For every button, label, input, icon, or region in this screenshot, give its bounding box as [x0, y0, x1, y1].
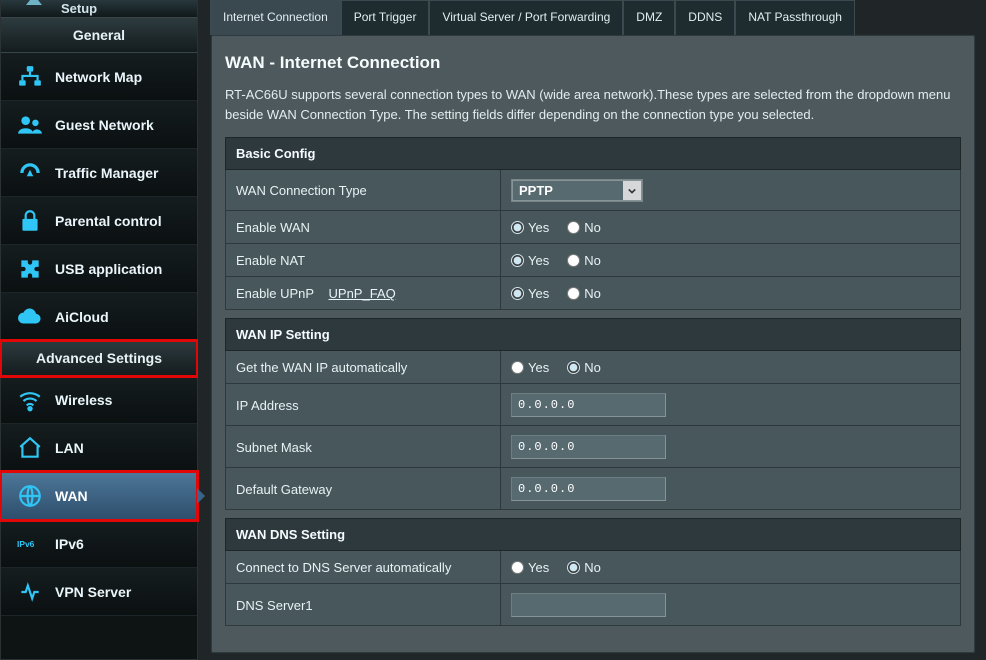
label-dns-server1: DNS Server1 — [226, 584, 501, 626]
sidebar-item-wan[interactable]: WAN — [1, 472, 197, 520]
enable-wan-no[interactable]: No — [567, 220, 601, 235]
network-map-icon — [17, 64, 43, 90]
section-header-basic: Basic Config — [226, 138, 961, 170]
label-ip-address: IP Address — [226, 384, 501, 426]
sidebar-item-label: Traffic Manager — [55, 165, 158, 181]
label-default-gateway: Default Gateway — [226, 468, 501, 510]
sidebar-item-usb-application[interactable]: USB application — [1, 245, 197, 293]
sidebar-item-wireless[interactable]: Wireless — [1, 376, 197, 424]
sidebar-item-ipv6[interactable]: IPv6 IPv6 — [1, 520, 197, 568]
enable-nat-yes[interactable]: Yes — [511, 253, 549, 268]
sidebar-item-vpn-server[interactable]: VPN Server — [1, 568, 197, 616]
sidebar-item-label: AiCloud — [55, 309, 109, 325]
globe-icon — [17, 483, 43, 509]
home-icon — [17, 435, 43, 461]
upnp-faq-link[interactable]: UPnP_FAQ — [329, 286, 396, 301]
label-enable-upnp: Enable UPnP — [236, 286, 314, 301]
default-gateway-input[interactable] — [511, 477, 666, 501]
vpn-icon — [17, 579, 43, 605]
sidebar-item-aicloud[interactable]: AiCloud — [1, 293, 197, 341]
sidebar-item-label: LAN — [55, 440, 84, 456]
traffic-manager-icon — [17, 160, 43, 186]
sidebar-item-label: Parental control — [55, 213, 162, 229]
tab-virtual-server[interactable]: Virtual Server / Port Forwarding — [429, 0, 623, 35]
page-description: RT-AC66U supports several connection typ… — [225, 85, 961, 125]
sidebar-item-label: IPv6 — [55, 536, 84, 552]
ipv6-icon: IPv6 — [17, 531, 43, 557]
sidebar-item-traffic-manager[interactable]: Traffic Manager — [1, 149, 197, 197]
tab-ddns[interactable]: DDNS — [675, 0, 735, 35]
label-wan-connection-type: WAN Connection Type — [226, 170, 501, 211]
svg-text:IPv6: IPv6 — [17, 539, 35, 549]
label-dns-auto: Connect to DNS Server automatically — [226, 551, 501, 584]
setup-label: Setup — [61, 1, 97, 16]
guest-network-icon — [17, 112, 43, 138]
sidebar-item-label: Wireless — [55, 392, 112, 408]
section-header-wan-dns: WAN DNS Setting — [226, 519, 961, 551]
tab-port-trigger[interactable]: Port Trigger — [341, 0, 430, 35]
dns-auto-no[interactable]: No — [567, 560, 601, 575]
label-enable-wan: Enable WAN — [226, 211, 501, 244]
sidebar-item-label: Network Map — [55, 69, 142, 85]
wan-tabs: Internet Connection Port Trigger Virtual… — [210, 0, 976, 35]
sidebar-item-label: WAN — [55, 488, 88, 504]
wifi-icon — [17, 387, 43, 413]
label-enable-nat: Enable NAT — [226, 244, 501, 277]
dns-server1-input[interactable] — [511, 593, 666, 617]
tab-dmz[interactable]: DMZ — [623, 0, 675, 35]
setup-header[interactable]: Setup — [1, 0, 197, 18]
page-title: WAN - Internet Connection — [225, 53, 961, 73]
label-get-wan-ip-auto: Get the WAN IP automatically — [226, 351, 501, 384]
puzzle-icon — [17, 256, 43, 282]
wan-connection-type-select[interactable]: PPTP — [512, 180, 642, 201]
lock-icon — [17, 208, 43, 234]
section-header-wan-ip: WAN IP Setting — [226, 319, 961, 351]
sidebar-item-network-map[interactable]: Network Map — [1, 53, 197, 101]
sidebar-item-label: USB application — [55, 261, 162, 277]
cloud-icon — [17, 304, 43, 330]
wan-ip-auto-no[interactable]: No — [567, 360, 601, 375]
sidebar-item-lan[interactable]: LAN — [1, 424, 197, 472]
wan-ip-auto-yes[interactable]: Yes — [511, 360, 549, 375]
enable-upnp-yes[interactable]: Yes — [511, 286, 549, 301]
sidebar-item-label: VPN Server — [55, 584, 131, 600]
chevron-up-icon — [26, 0, 42, 5]
tab-nat-passthrough[interactable]: NAT Passthrough — [735, 0, 855, 35]
ip-address-input[interactable] — [511, 393, 666, 417]
sidebar-section-general: General — [1, 18, 197, 53]
sidebar-item-parental-control[interactable]: Parental control — [1, 197, 197, 245]
sidebar-item-guest-network[interactable]: Guest Network — [1, 101, 197, 149]
dns-auto-yes[interactable]: Yes — [511, 560, 549, 575]
label-subnet-mask: Subnet Mask — [226, 426, 501, 468]
enable-nat-no[interactable]: No — [567, 253, 601, 268]
subnet-mask-input[interactable] — [511, 435, 666, 459]
enable-upnp-no[interactable]: No — [567, 286, 601, 301]
sidebar-section-advanced: Advanced Settings — [1, 341, 197, 376]
sidebar-item-label: Guest Network — [55, 117, 154, 133]
enable-wan-yes[interactable]: Yes — [511, 220, 549, 235]
tab-internet-connection[interactable]: Internet Connection — [210, 0, 341, 35]
